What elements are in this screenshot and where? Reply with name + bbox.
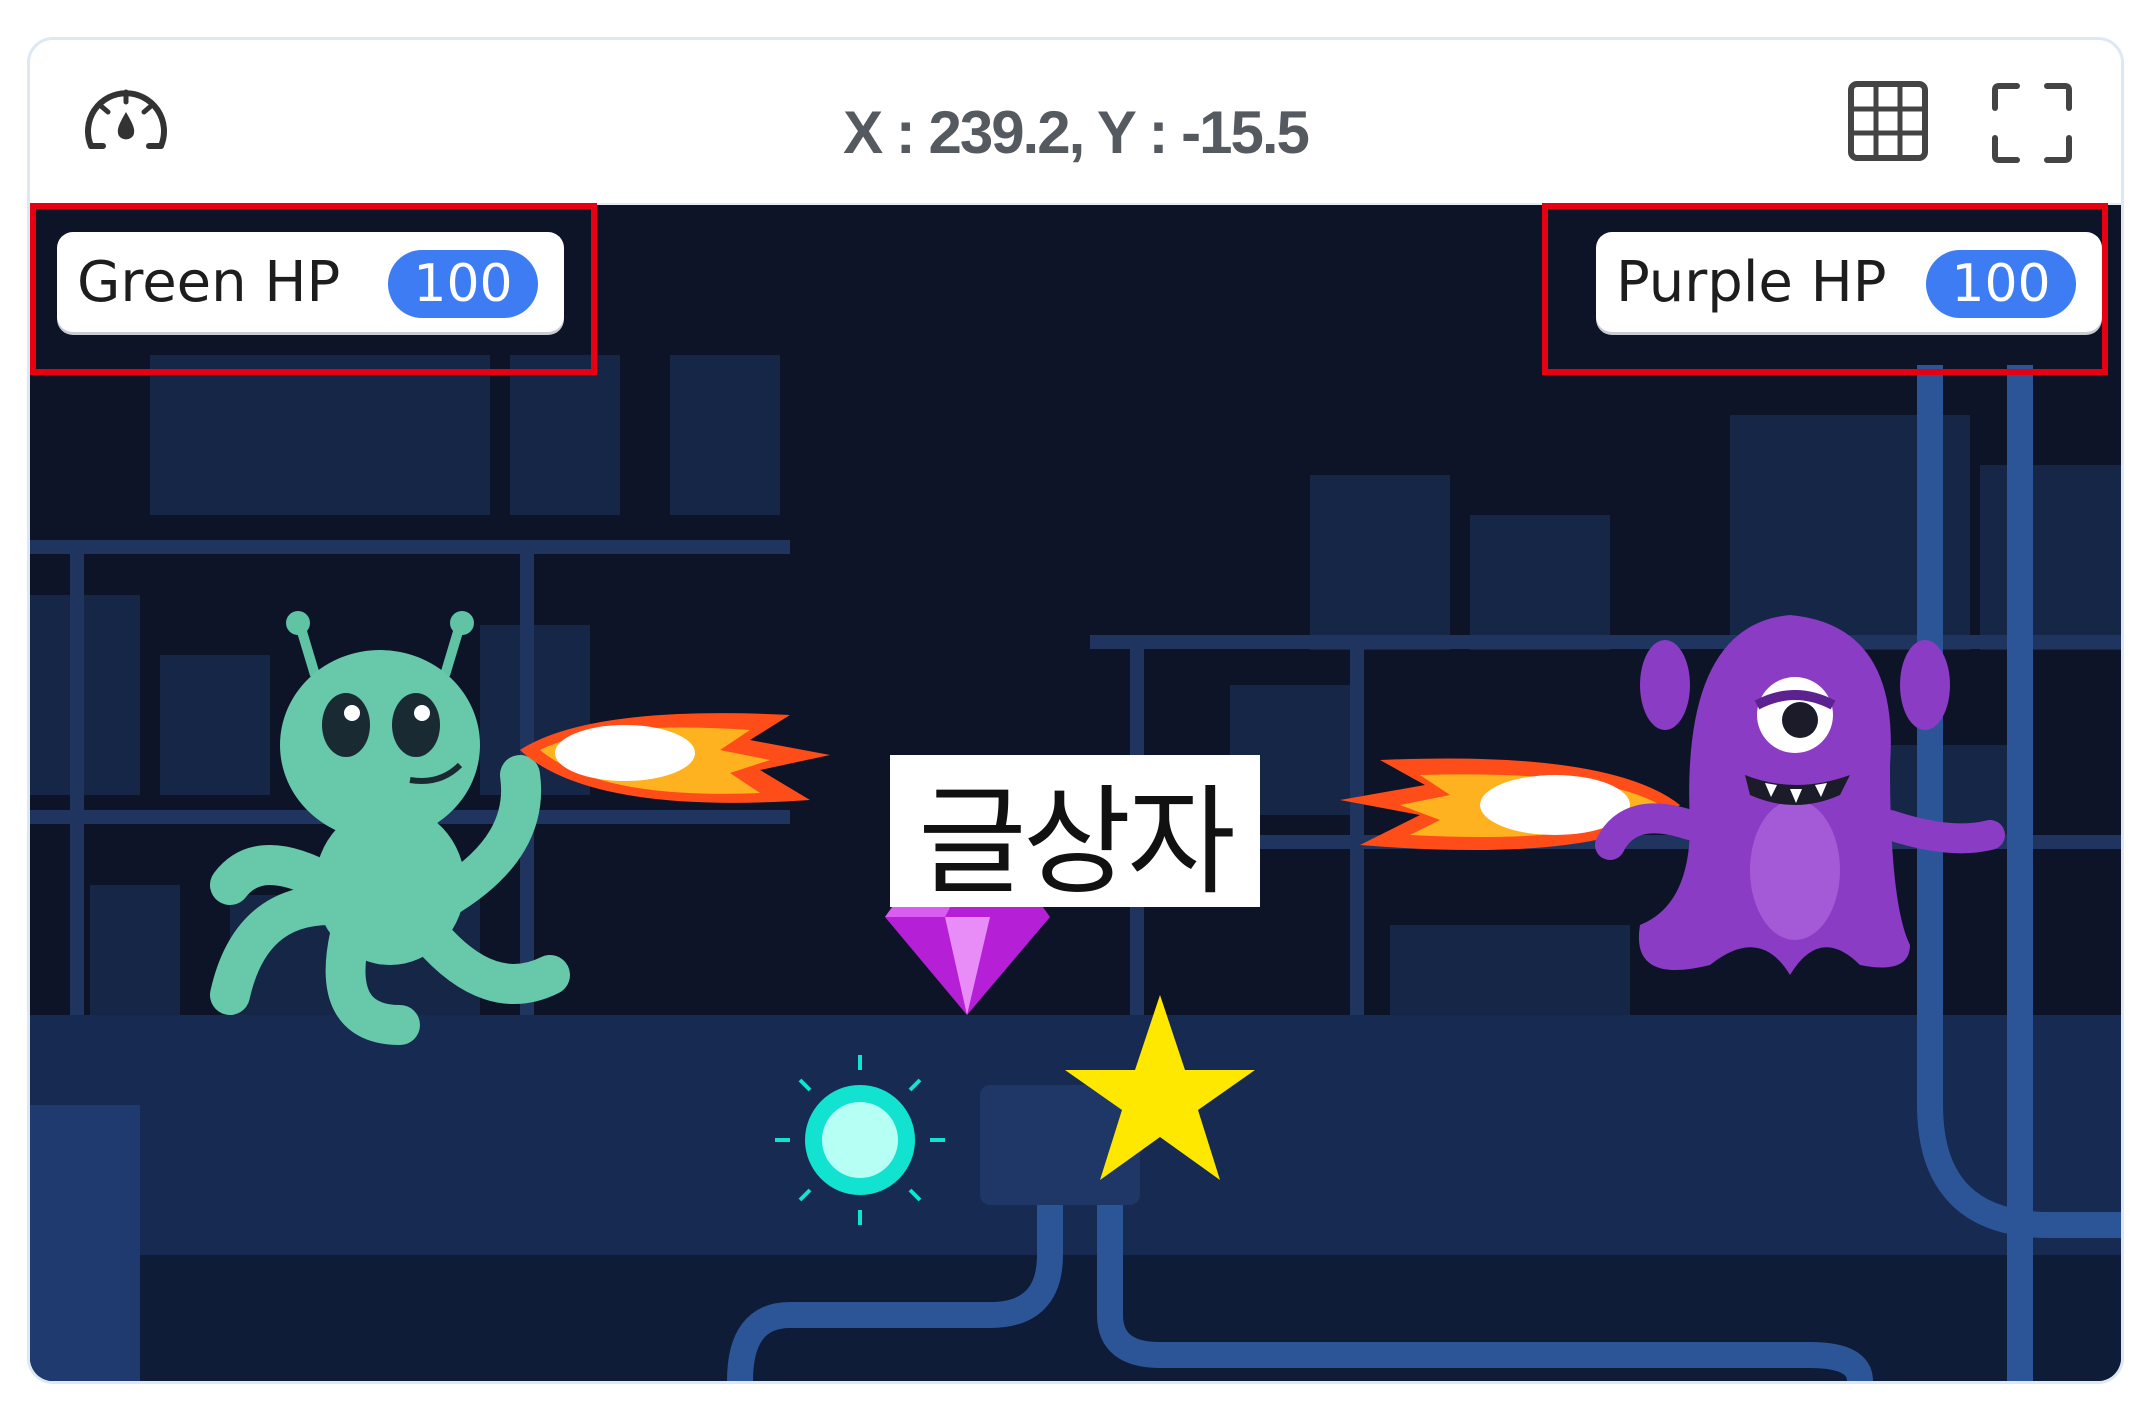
green-hp-highlight xyxy=(30,203,597,375)
grid-icon[interactable] xyxy=(1845,78,1931,164)
text-box-sprite[interactable]: 글상자 xyxy=(890,755,1260,911)
fullscreen-icon[interactable] xyxy=(1989,80,2075,166)
purple-hp-highlight xyxy=(1542,203,2108,375)
game-stage[interactable]: 글상자 Green HP 100 Purple HP 100 xyxy=(30,205,2121,1381)
toolbar: X : 239.2, Y : -15.5 xyxy=(30,40,2121,205)
coordinates-readout: X : 239.2, Y : -15.5 xyxy=(843,99,1310,166)
